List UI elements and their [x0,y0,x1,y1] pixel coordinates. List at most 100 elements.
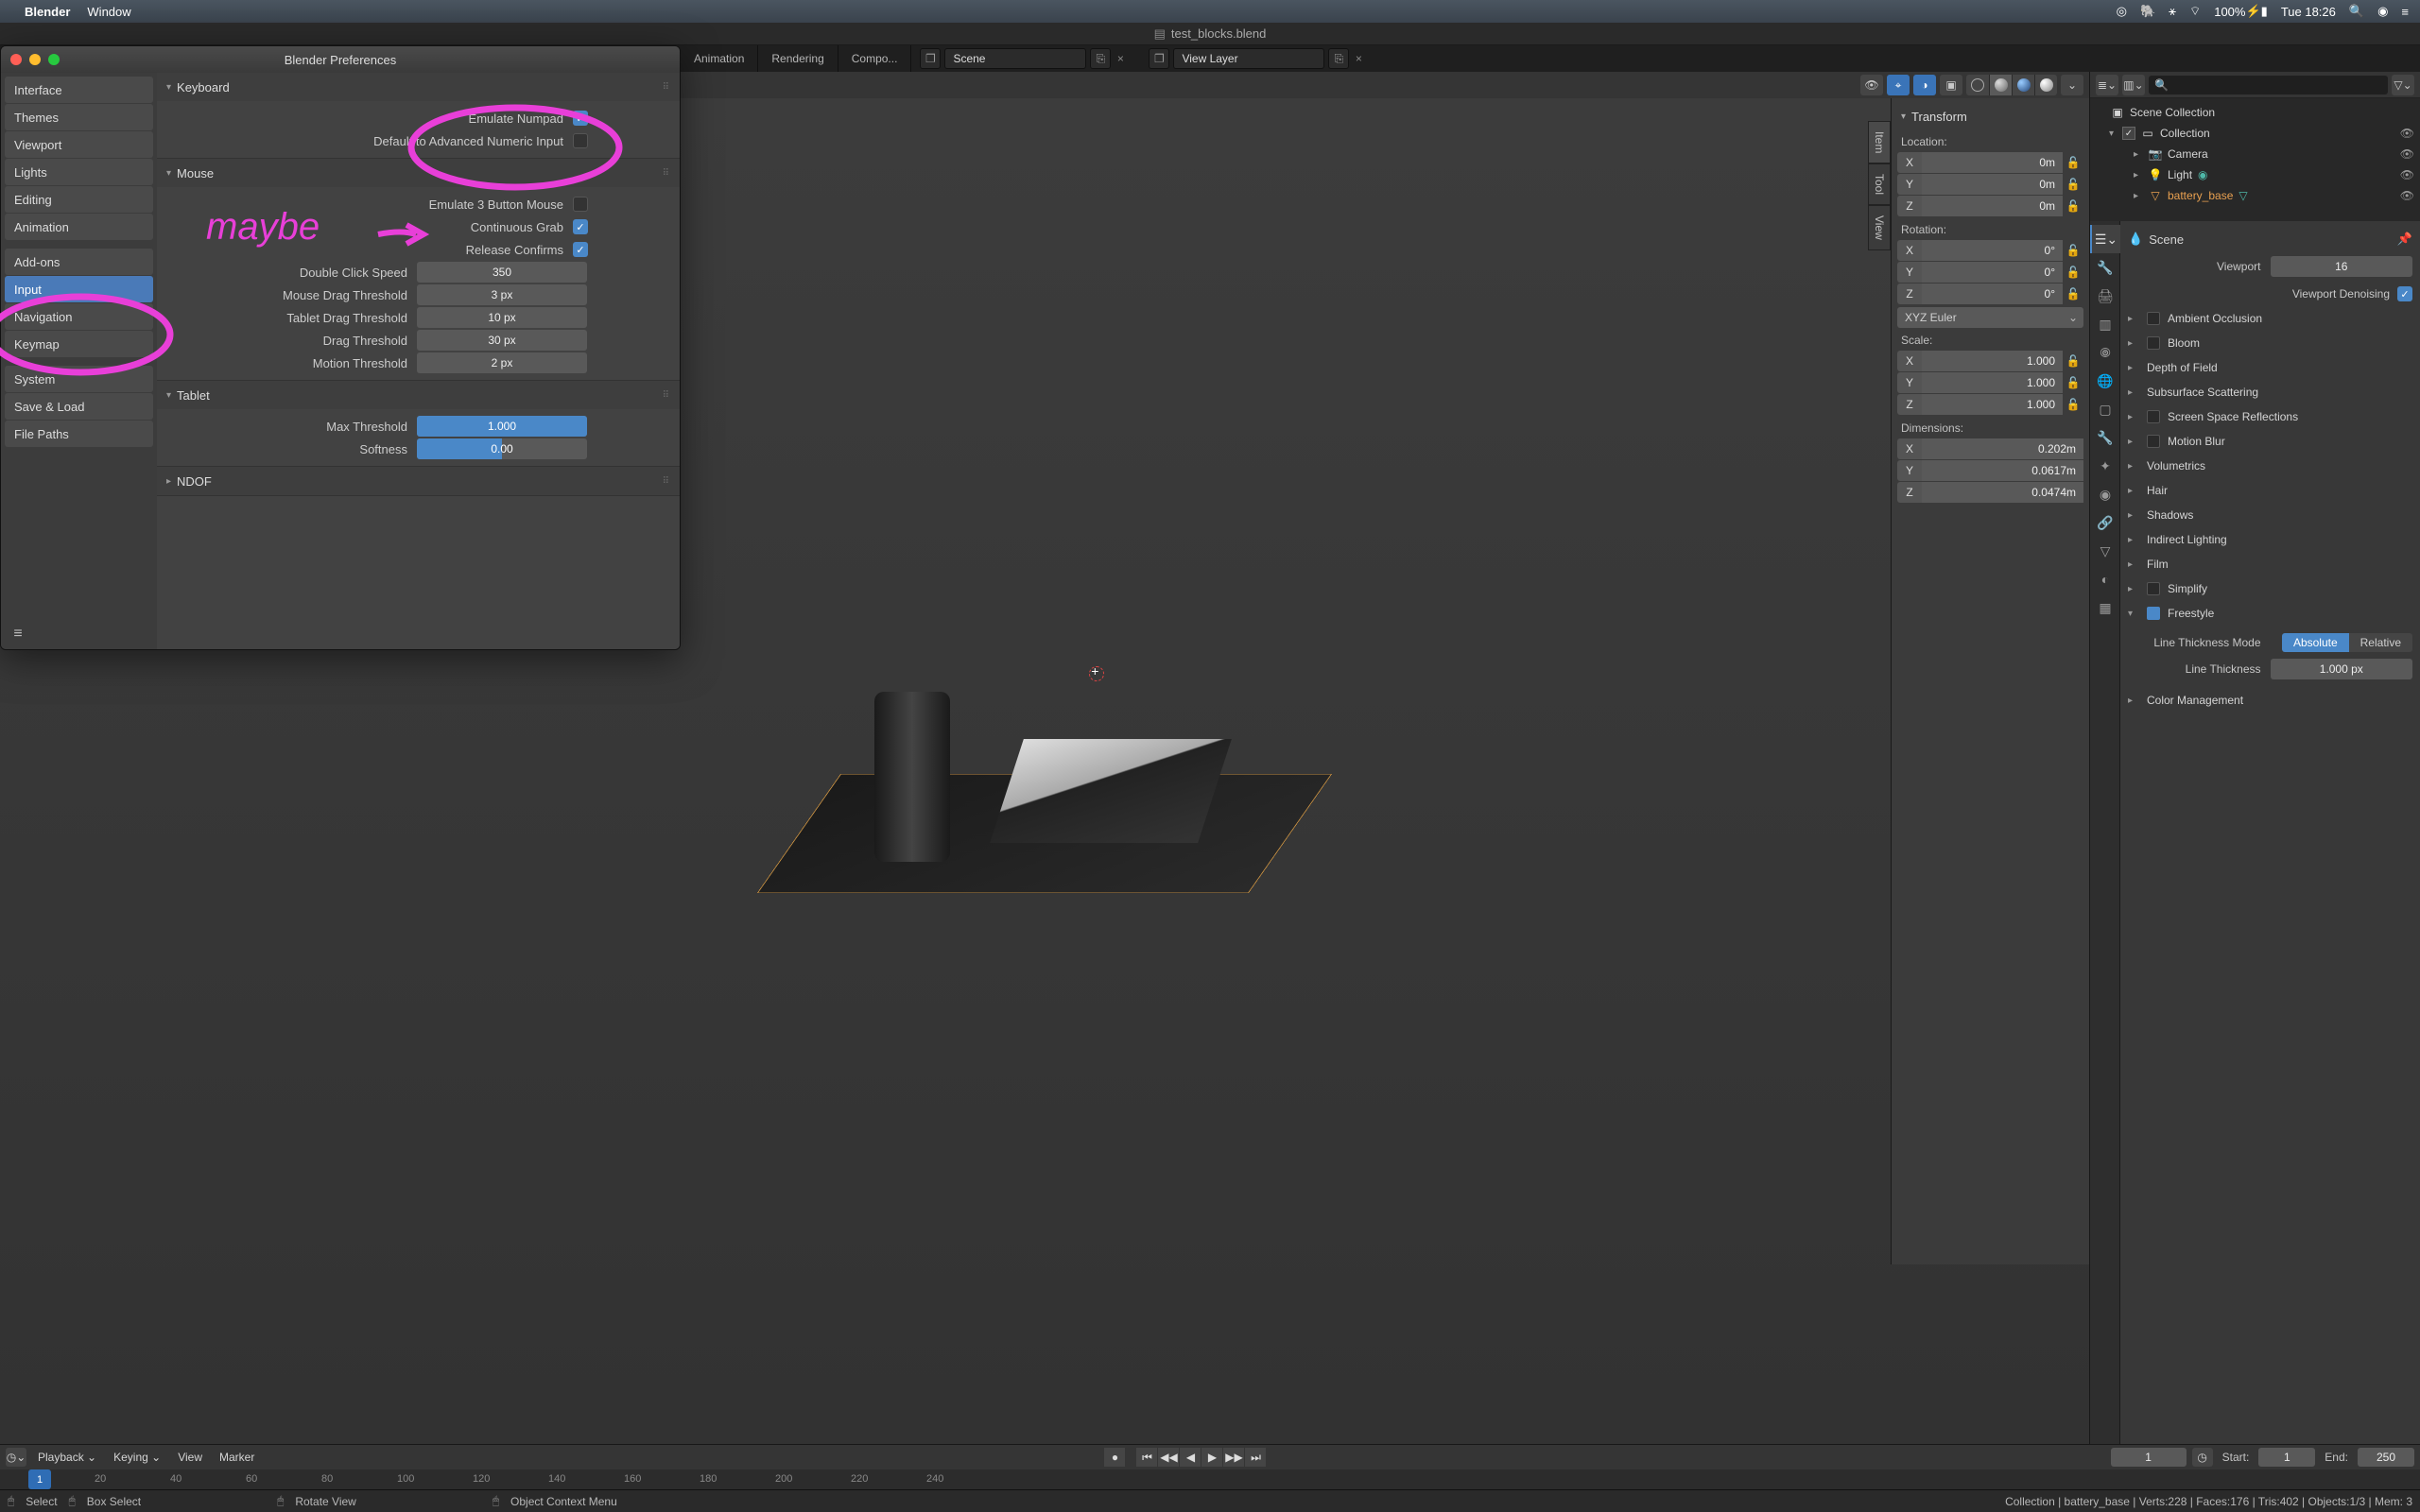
panel-bloom[interactable]: Bloom [2168,336,2200,350]
outliner-collection[interactable]: Collection [2160,127,2210,140]
object-tab-icon[interactable]: ▢ [2090,395,2120,423]
outliner-item[interactable]: Light [2168,168,2192,181]
viewlayer-name-field[interactable]: View Layer [1173,48,1324,69]
prefs-menu-icon[interactable]: ≡ [5,623,31,645]
workspace-tab[interactable]: Animation [681,45,758,72]
sidebar-filepaths[interactable]: File Paths [5,421,153,447]
panel-simplify[interactable]: Simplify [2168,582,2207,595]
visibility-icon[interactable]: 👁 [1860,75,1883,95]
viewlayer-tab-icon[interactable]: ▥ [2090,310,2120,338]
emulate-numpad-checkbox[interactable]: ✓ [573,111,588,126]
play-reverse-icon[interactable]: ◀ [1180,1448,1201,1467]
autokey-icon[interactable]: ● [1104,1448,1125,1467]
panel-volumetrics[interactable]: Volumetrics [2147,459,2205,472]
start-frame-field[interactable]: 1 [2258,1448,2315,1467]
release-confirms-checkbox[interactable]: ✓ [573,242,588,257]
solid-shading[interactable] [1989,75,2012,95]
dblclick-field[interactable]: 350 [417,262,587,283]
material-tab-icon[interactable]: ◐ [2090,565,2120,593]
tool-tab-icon[interactable]: 🔧 [2090,253,2120,282]
eye-icon[interactable]: 👁 [2400,168,2414,181]
panel-freestyle[interactable]: Freestyle [2168,607,2214,620]
outliner-view-icon[interactable]: ▥⌄ [2122,75,2145,95]
panel-ssr[interactable]: Screen Space Reflections [2168,410,2298,423]
scene-new-icon[interactable]: ⎘ [1090,48,1111,69]
sidebar-themes[interactable]: Themes [5,104,153,130]
scene-browse-icon[interactable]: ❐ [920,48,941,69]
gizmo-icon[interactable]: ⌖ [1887,75,1910,95]
viewlayer-delete-icon[interactable]: × [1350,52,1367,65]
lock-icon[interactable]: 🔓 [2063,244,2083,257]
scale-x[interactable]: 1.000 [1922,351,2063,371]
window-menu[interactable]: Window [87,5,130,19]
panel-ao[interactable]: Ambient Occlusion [2168,312,2262,325]
tablet-section-header[interactable]: ▾Tablet⠿ [157,381,680,409]
marker-menu[interactable]: Marker [214,1451,260,1464]
clock-icon[interactable]: ◷ [2192,1448,2213,1467]
end-frame-field[interactable]: 250 [2358,1448,2414,1467]
jump-next-key-icon[interactable]: ▶▶ [1223,1448,1244,1467]
outliner-filter-icon[interactable]: ▽⌄ [2392,75,2414,95]
lock-icon[interactable]: 🔓 [2063,178,2083,191]
scene-tab-icon[interactable]: 🞋 [2090,338,2120,367]
continuous-grab-checkbox[interactable]: ✓ [573,219,588,234]
denoise-checkbox[interactable]: ✓ [2397,286,2412,301]
npanel-tab-item[interactable]: Item [1868,121,1891,163]
outliner-item[interactable]: Camera [2168,147,2208,161]
max-threshold-slider[interactable]: 1.000 [417,416,587,437]
scene-name-field[interactable]: Scene [944,48,1086,69]
location-y[interactable]: 0m [1922,174,2063,195]
rendered-shading[interactable] [2034,75,2057,95]
lock-icon[interactable]: 🔓 [2063,266,2083,279]
panel-sss[interactable]: Subsurface Scattering [2147,386,2258,399]
play-icon[interactable]: ▶ [1201,1448,1222,1467]
outliner[interactable]: ▣Scene Collection ▾✓▭Collection👁 ▸📷Camer… [2090,98,2420,221]
emulate-3button-checkbox[interactable] [573,197,588,212]
location-z[interactable]: 0m [1922,196,2063,216]
lock-icon[interactable]: 🔓 [2063,354,2083,368]
adv-numeric-checkbox[interactable] [573,133,588,148]
app-menu[interactable]: Blender [25,5,70,19]
lock-icon[interactable]: 🔓 [2063,156,2083,169]
rotation-z[interactable]: 0° [1922,284,2063,304]
sidebar-saveload[interactable]: Save & Load [5,393,153,420]
timeline-ruler[interactable]: 1 20 40 60 80 100 120 140 160 180 200 22… [0,1469,2420,1489]
lock-icon[interactable]: 🔓 [2063,287,2083,301]
panel-film[interactable]: Film [2147,558,2169,571]
sidebar-keymap[interactable]: Keymap [5,331,153,357]
sidebar-input[interactable]: Input [5,276,153,302]
clock[interactable]: Tue 18:26 [2281,5,2336,19]
dim-z[interactable]: 0.0474m [1922,482,2083,503]
jump-start-icon[interactable]: ⏮ [1136,1448,1157,1467]
viewlayer-browse-icon[interactable]: ❐ [1149,48,1169,69]
output-tab-icon[interactable]: 🖨 [2090,282,2120,310]
panel-dof[interactable]: Depth of Field [2147,361,2218,374]
view-menu[interactable]: View [172,1451,208,1464]
mousedrag-field[interactable]: 3 px [417,284,587,305]
sidebar-viewport[interactable]: Viewport [5,131,153,158]
sidebar-editing[interactable]: Editing [5,186,153,213]
overlay-icon[interactable]: ◑ [1913,75,1936,95]
data-tab-icon[interactable]: ▽ [2090,537,2120,565]
npanel-tab-view[interactable]: View [1868,205,1891,250]
scale-y[interactable]: 1.000 [1922,372,2063,393]
rotation-x[interactable]: 0° [1922,240,2063,261]
viewport-samples-field[interactable]: 16 [2271,256,2413,277]
motion-field[interactable]: 2 px [417,352,587,373]
pin-icon[interactable]: 📌 [2397,232,2412,247]
tabletdrag-field[interactable]: 10 px [417,307,587,328]
tray-icon-1[interactable]: ◎ [2117,4,2127,19]
shading-options-icon[interactable]: ⌄ [2061,75,2083,95]
thickness-field[interactable]: 1.000 px [2271,659,2413,679]
notifications-icon[interactable]: ≡ [2401,5,2409,19]
lock-icon[interactable]: 🔓 [2063,398,2083,411]
sidebar-interface[interactable]: Interface [5,77,153,103]
viewlayer-new-icon[interactable]: ⎘ [1328,48,1349,69]
dragthresh-field[interactable]: 30 px [417,330,587,351]
battery-status[interactable]: 100% ⚡▮ [2214,4,2268,19]
siri-icon[interactable]: ◉ [2377,4,2388,19]
spotlight-icon[interactable]: 🔍 [2349,4,2364,19]
lock-icon[interactable]: 🔓 [2063,376,2083,389]
rotation-y[interactable]: 0° [1922,262,2063,283]
npanel-tab-tool[interactable]: Tool [1868,163,1891,205]
